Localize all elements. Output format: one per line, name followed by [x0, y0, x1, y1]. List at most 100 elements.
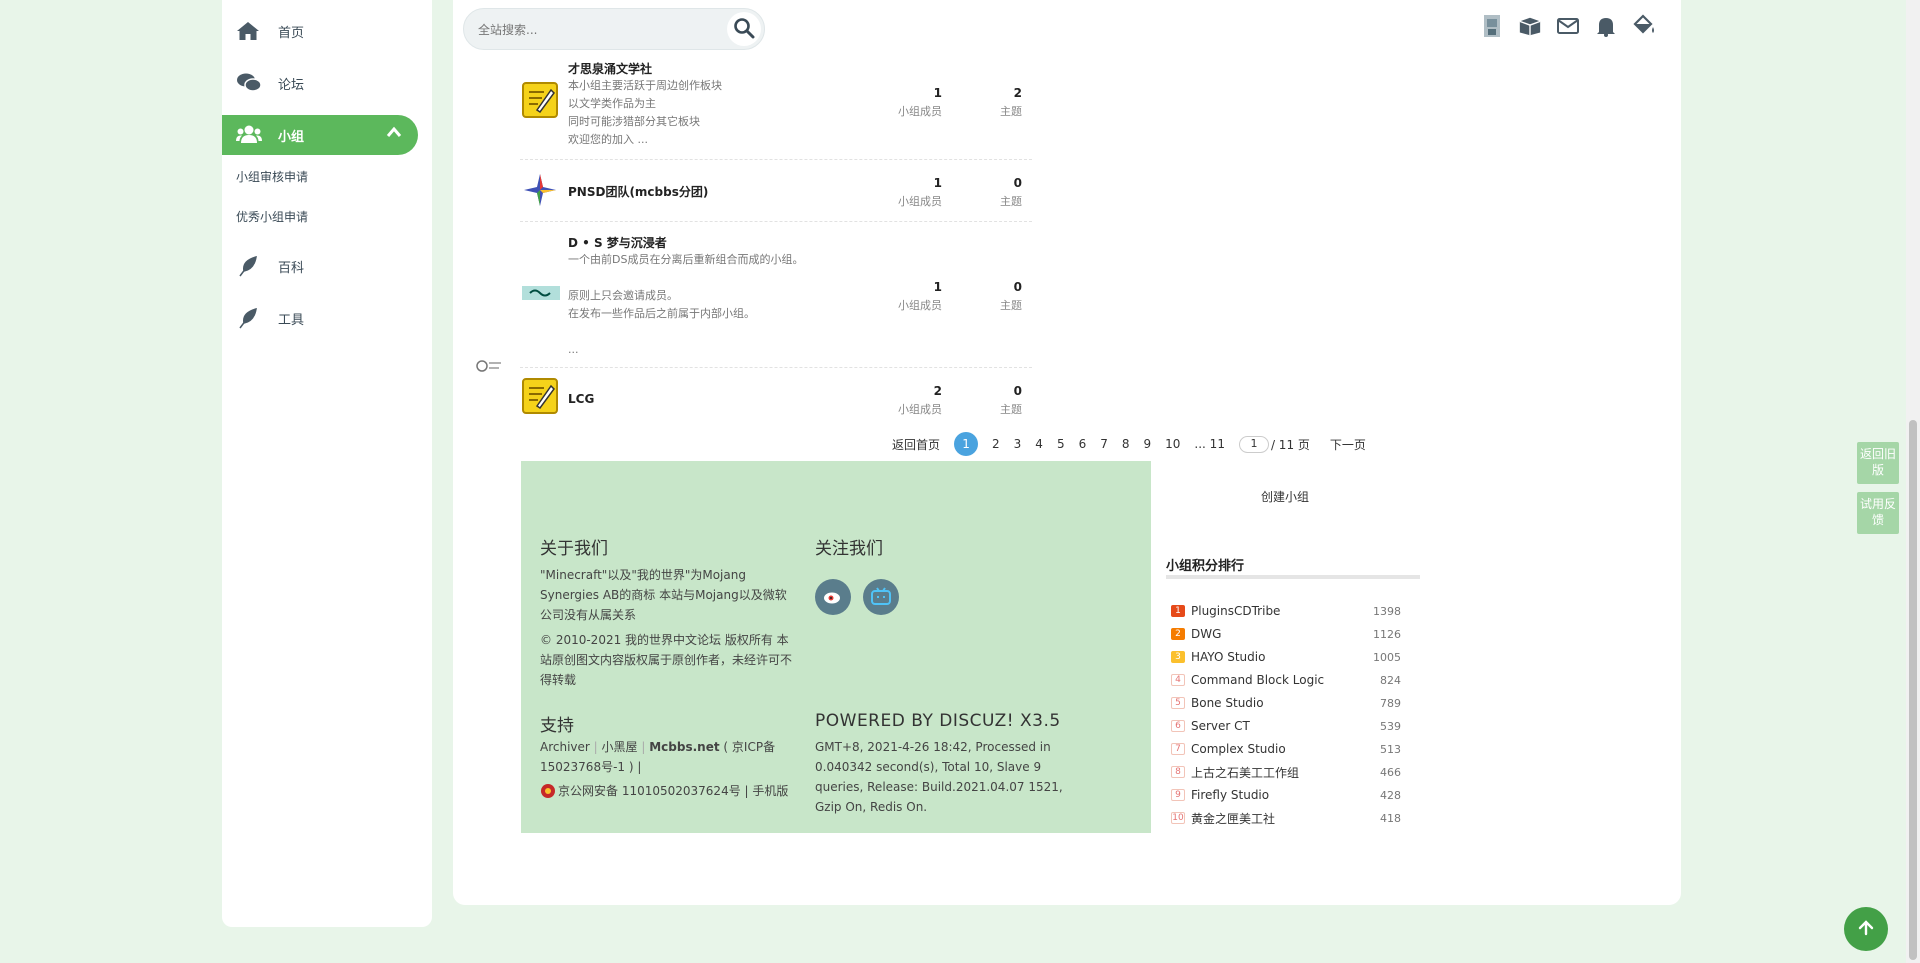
- group-description: 本小组主要活跃于周边创作板块 以文学类作品为主 同时可能涉猎部分其它板块 欢迎您…: [568, 79, 722, 146]
- sidebar-item-label: 工具: [278, 312, 305, 328]
- member-count: 1: [933, 86, 942, 100]
- paint-bucket-icon[interactable]: [1632, 14, 1656, 38]
- return-old-version-button[interactable]: 返回旧版: [1857, 442, 1899, 484]
- rank-badge: 8: [1171, 766, 1185, 778]
- server-stats: GMT+8, 2021-4-26 18:42, Processed in 0.0…: [815, 740, 1063, 814]
- pager-page-input[interactable]: 1: [1238, 435, 1269, 453]
- sidebar-item-forum[interactable]: 论坛: [222, 63, 418, 103]
- ranking-row[interactable]: 9 Firefly Studio 428: [1171, 786, 1401, 804]
- rank-score: 1126: [1373, 627, 1401, 641]
- scrollbar[interactable]: [1906, 0, 1920, 963]
- ranking-row[interactable]: 10 黄金之匣美工社 418: [1171, 809, 1401, 827]
- group-logo[interactable]: [522, 172, 558, 208]
- rank-group-name[interactable]: Firefly Studio: [1191, 788, 1380, 802]
- rank-group-name[interactable]: Command Block Logic: [1191, 673, 1380, 687]
- rank-group-name[interactable]: Server CT: [1191, 719, 1380, 733]
- chevron-up-icon[interactable]: [386, 126, 402, 142]
- rank-score: 428: [1380, 788, 1401, 802]
- pager-page[interactable]: 9: [1144, 437, 1152, 451]
- feedback-button[interactable]: 试用反馈: [1857, 492, 1899, 534]
- topic-count: 0: [1013, 384, 1022, 398]
- group-members-stat: 1 小组成员: [882, 176, 942, 209]
- group-name[interactable]: D • S 梦与沉浸者: [568, 234, 667, 251]
- powered-by: POWERED BY DISCUZ! X3.5: [815, 711, 1061, 731]
- topic-label: 主题: [1000, 195, 1022, 208]
- group-members-stat: 2 小组成员: [882, 384, 942, 417]
- sub-item-excellent-group[interactable]: 优秀小组申请: [236, 208, 308, 225]
- rank-badge: 7: [1171, 743, 1185, 755]
- ranking-row[interactable]: 5 Bone Studio 789: [1171, 694, 1401, 712]
- watermark-logo: [475, 357, 507, 375]
- group-logo[interactable]: [522, 82, 558, 118]
- rank-group-name[interactable]: Bone Studio: [1191, 696, 1380, 710]
- archiver-link[interactable]: Archiver: [540, 740, 590, 754]
- pager-total: / 11 页: [1270, 437, 1310, 452]
- pager-page[interactable]: 8: [1122, 437, 1130, 451]
- footer: 关于我们 "Minecraft"以及"我的世界"为Mojang Synergie…: [521, 461, 1151, 833]
- rank-group-name[interactable]: Complex Studio: [1191, 742, 1380, 756]
- topic-count: 0: [1013, 280, 1022, 294]
- police-record-text[interactable]: 京公网安备 11010502037624号 | 手机版: [558, 781, 788, 801]
- bell-icon[interactable]: [1594, 14, 1618, 38]
- scrollbar-thumb[interactable]: [1909, 420, 1917, 960]
- group-logo[interactable]: [522, 286, 560, 300]
- sidebar-item-home[interactable]: 首页: [222, 11, 418, 51]
- back-to-top-button[interactable]: [1844, 907, 1888, 951]
- box-icon[interactable]: [1518, 14, 1542, 38]
- rank-group-name[interactable]: HAYO Studio: [1191, 650, 1373, 664]
- rank-badge: 2: [1171, 628, 1185, 640]
- rank-group-name[interactable]: DWG: [1191, 627, 1373, 641]
- group-topics-stat: 0 主题: [962, 176, 1022, 209]
- mail-icon[interactable]: [1556, 14, 1580, 38]
- rank-group-name[interactable]: 上古之石美工工作组: [1191, 764, 1380, 781]
- pager-page[interactable]: 7: [1100, 437, 1108, 451]
- pager-next-link[interactable]: 下一页: [1330, 436, 1366, 453]
- search-button[interactable]: [727, 12, 761, 46]
- member-label: 小组成员: [898, 105, 942, 118]
- rank-group-name[interactable]: PluginsCDTribe: [1191, 604, 1373, 618]
- ranking-row[interactable]: 7 Complex Studio 513: [1171, 740, 1401, 758]
- sidebar-item-groups[interactable]: 小组: [222, 115, 418, 155]
- blackroom-link[interactable]: 小黑屋: [602, 740, 638, 754]
- group-name[interactable]: 才思泉涌文学社: [568, 60, 652, 77]
- bilibili-button[interactable]: [863, 579, 899, 615]
- sub-item-group-review[interactable]: 小组审核申请: [236, 168, 308, 185]
- mcbbs-link[interactable]: Mcbbs.net: [649, 740, 719, 754]
- member-count: 1: [933, 176, 942, 190]
- ranking-title: 小组积分排行: [1166, 559, 1245, 574]
- member-count: 2: [933, 384, 942, 398]
- ranking-row[interactable]: 6 Server CT 539: [1171, 717, 1401, 735]
- sidebar-item-tools[interactable]: 工具: [222, 298, 418, 338]
- pager-page[interactable]: 10: [1165, 437, 1180, 451]
- create-group-link[interactable]: 创建小组: [1261, 488, 1309, 505]
- pager-page[interactable]: 6: [1079, 437, 1087, 451]
- search-input[interactable]: [478, 20, 708, 40]
- pager-page[interactable]: 3: [1014, 437, 1022, 451]
- rank-group-name[interactable]: 黄金之匣美工社: [1191, 810, 1380, 827]
- pager-last[interactable]: ... 11: [1194, 437, 1225, 451]
- pager-home-link[interactable]: 返回首页: [892, 436, 940, 453]
- group-row: PNSD团队(mcbbs分团) 1 小组成员 0 主题: [520, 160, 1032, 222]
- sidebar-item-wiki[interactable]: 百科: [222, 246, 418, 286]
- group-row: LCG 2 小组成员 0 主题: [520, 368, 1032, 418]
- group-name[interactable]: PNSD团队(mcbbs分团): [568, 183, 708, 200]
- group-logo[interactable]: [522, 378, 558, 414]
- follow-title: 关注我们: [815, 539, 883, 559]
- weibo-button[interactable]: [815, 579, 851, 615]
- group-name[interactable]: LCG: [568, 392, 594, 406]
- ranking-row[interactable]: 3 HAYO Studio 1005: [1171, 648, 1401, 666]
- weibo-icon: [822, 587, 844, 608]
- ranking-row[interactable]: 1 PluginsCDTribe 1398: [1171, 602, 1401, 620]
- ranking-row[interactable]: 2 DWG 1126: [1171, 625, 1401, 643]
- header-icons: [1480, 14, 1656, 38]
- ranking-row[interactable]: 8 上古之石美工工作组 466: [1171, 763, 1401, 781]
- sidebar-item-label: 首页: [278, 25, 305, 41]
- avatar[interactable]: [1480, 14, 1504, 38]
- ranking-row[interactable]: 4 Command Block Logic 824: [1171, 671, 1401, 689]
- pager-page[interactable]: 2: [992, 437, 1000, 451]
- group-members-stat: 1 小组成员: [882, 280, 942, 313]
- pager-page[interactable]: 5: [1057, 437, 1065, 451]
- feather-icon: [236, 255, 262, 277]
- pager-page[interactable]: 4: [1035, 437, 1043, 451]
- rank-score: 513: [1380, 742, 1401, 756]
